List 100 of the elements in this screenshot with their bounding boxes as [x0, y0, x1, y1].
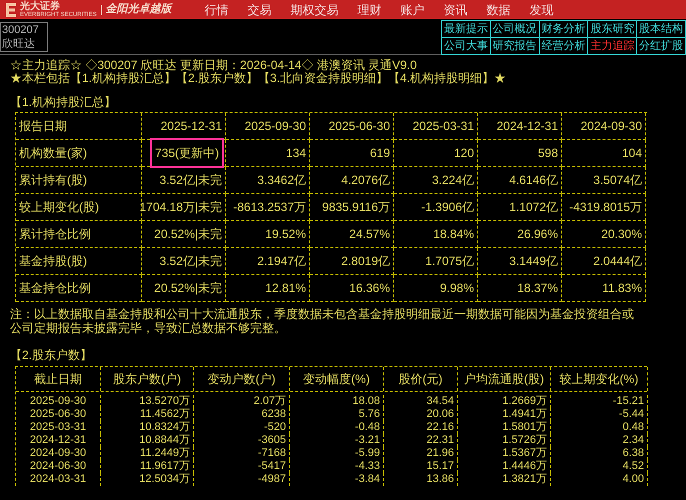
- table-cell: 2025-06-30: [16, 408, 101, 421]
- table-cell: 11.2449万: [101, 447, 194, 460]
- table-cell: 0.48: [551, 421, 648, 434]
- table-cell: 2024-09-30: [16, 447, 101, 460]
- table-cell: -0.48: [290, 421, 384, 434]
- section-title: 【1.机构持股汇总】: [10, 96, 118, 109]
- tab[interactable]: 分红扩股: [637, 38, 686, 55]
- column-header: 报告日期: [16, 113, 142, 140]
- table-cell-text: 20.30%: [601, 226, 642, 243]
- row-label: 基金持仓比例: [16, 275, 142, 302]
- table-cell: 1.4941万: [458, 408, 551, 421]
- table-cell: -3.84: [290, 473, 384, 486]
- table-cell-text: 1.1072亿: [509, 199, 558, 216]
- tab[interactable]: 公司大事: [442, 38, 491, 55]
- table-cell: -15.21: [551, 395, 648, 408]
- table-cell: -5.99: [290, 447, 384, 460]
- row-label: 较上期变化(股): [16, 194, 142, 221]
- column-header: 2025-09-30: [226, 113, 310, 140]
- edition-name: 金阳光卓越版: [106, 2, 172, 18]
- table-cell: 2024-06-30: [16, 460, 101, 473]
- table-cell: 22.16: [384, 421, 458, 434]
- table-cell: 18.08: [290, 395, 384, 408]
- tab[interactable]: 研究报告: [490, 38, 540, 55]
- table-cell: 1.3821万: [458, 473, 551, 486]
- menu-item[interactable]: 发现: [530, 0, 554, 18]
- table-cell: -3.21: [290, 434, 384, 447]
- tab[interactable]: 经营分析: [540, 38, 588, 55]
- table-cell-text: 3.224亿: [432, 172, 474, 189]
- table-cell-text: 18.84%: [433, 226, 474, 243]
- table-cell: -3605: [194, 434, 290, 447]
- table-cell: 10.8844万: [101, 434, 194, 447]
- row-label: 机构数量(家): [16, 140, 142, 167]
- menu-item[interactable]: 账户: [400, 0, 425, 18]
- table-cell: 15.17: [384, 460, 458, 473]
- table-cell-text: 19.52%: [265, 226, 306, 243]
- menu-item[interactable]: 交易: [248, 0, 272, 18]
- table-cell-text: 24.57%: [349, 226, 390, 243]
- table-cell: 34.54: [384, 395, 458, 408]
- table-cell: 13.5270万: [101, 395, 194, 408]
- table-cell: 1.5726万: [458, 434, 551, 447]
- table-cell: 2025-03-31: [16, 421, 101, 434]
- tab[interactable]: 主力追踪: [588, 38, 638, 55]
- column-header: 2025-12-31: [142, 113, 226, 140]
- table-cell: -520: [194, 421, 290, 434]
- table-cell-text: 134: [286, 145, 306, 162]
- table-cell-text: 3.5074亿: [593, 172, 642, 189]
- column-header: 股东户数(户): [101, 367, 194, 391]
- table-cell: 6.38: [551, 447, 648, 460]
- table-cell: -4.33: [290, 460, 384, 473]
- table-cell-text: -8613.2537万: [233, 199, 306, 216]
- table-cell-text: 598: [538, 145, 558, 162]
- table-cell-text: 3.3462亿: [257, 172, 306, 189]
- table-cell-text: 2.1947亿: [257, 253, 306, 270]
- table-cell-text: 20.52%|未完: [154, 226, 222, 243]
- table-cell: -7168: [194, 447, 290, 460]
- table-cell: -5.44: [551, 408, 648, 421]
- menu-item[interactable]: 行情: [204, 0, 229, 18]
- tab[interactable]: 股本结构: [637, 21, 686, 38]
- column-header: 户均流通股(股): [458, 367, 551, 391]
- table-cell: 22.31: [384, 434, 458, 447]
- stock-box[interactable]: 300207 欣旺达: [0, 22, 48, 52]
- row-label: 累计持有(股): [16, 167, 142, 194]
- column-header: 截止日期: [16, 367, 101, 391]
- menu-item[interactable]: 期权交易: [290, 0, 339, 18]
- table-cell: 13.86: [384, 473, 458, 486]
- table-cell: 4.52: [551, 460, 648, 473]
- intro-line: ☆主力追踪☆ ◇300207 欣旺达 更新日期：2026-04-14◇ 港澳资讯 灵通V9.0: [10, 59, 418, 72]
- stock-code: 300207: [2, 23, 40, 37]
- table-cell-text: 619: [370, 145, 390, 162]
- column-header: 变动幅度(%): [290, 367, 384, 391]
- table-cell-text: 1704.18万|未完: [140, 199, 222, 216]
- table-cell: 11.4562万: [101, 408, 194, 421]
- table-cell: 735(更新中): [150, 138, 224, 168]
- tab[interactable]: 股东研究: [588, 21, 638, 38]
- intro-line: ★本栏包括【1.机构持股汇总】【2.股东户数】【3.北向资金持股明细】【4.机构持股明细】★: [10, 72, 508, 85]
- table-cell: 10.8324万: [101, 421, 194, 434]
- column-header: 变动户数(户): [194, 367, 290, 391]
- menu-item[interactable]: 理财: [358, 0, 382, 18]
- table-cell-text: 4.2076亿: [341, 172, 390, 189]
- tab[interactable]: 最新提示: [442, 21, 491, 38]
- table-cell: -5417: [194, 460, 290, 473]
- column-header: 较上期变化(%): [551, 367, 648, 391]
- column-header: 2025-06-30: [310, 113, 394, 140]
- column-header: 2024-09-30: [562, 113, 646, 140]
- table-cell-text: 2.8019亿: [341, 253, 390, 270]
- table-cell: 2025-09-30: [16, 395, 101, 408]
- table-cell: 2.34: [551, 434, 648, 447]
- menu-item[interactable]: 资讯: [444, 0, 468, 18]
- table-cell: 20.06: [384, 408, 458, 421]
- table-cell-text: 104: [622, 145, 642, 162]
- table-cell-text: 1.7075亿: [425, 253, 474, 270]
- table-cell: 11.9617万: [101, 460, 194, 473]
- table-cell: 2.07万: [194, 395, 290, 408]
- table-cell-text: 26.96%: [517, 226, 558, 243]
- tab[interactable]: 财务分析: [540, 21, 588, 38]
- section-title: 【2.股东户数】: [10, 349, 94, 362]
- table-cell-text: 16.36%: [349, 280, 390, 297]
- tab[interactable]: 公司概况: [490, 21, 540, 38]
- menu-item[interactable]: 数据: [486, 0, 511, 18]
- table-cell-text: -1.3906亿: [421, 199, 474, 216]
